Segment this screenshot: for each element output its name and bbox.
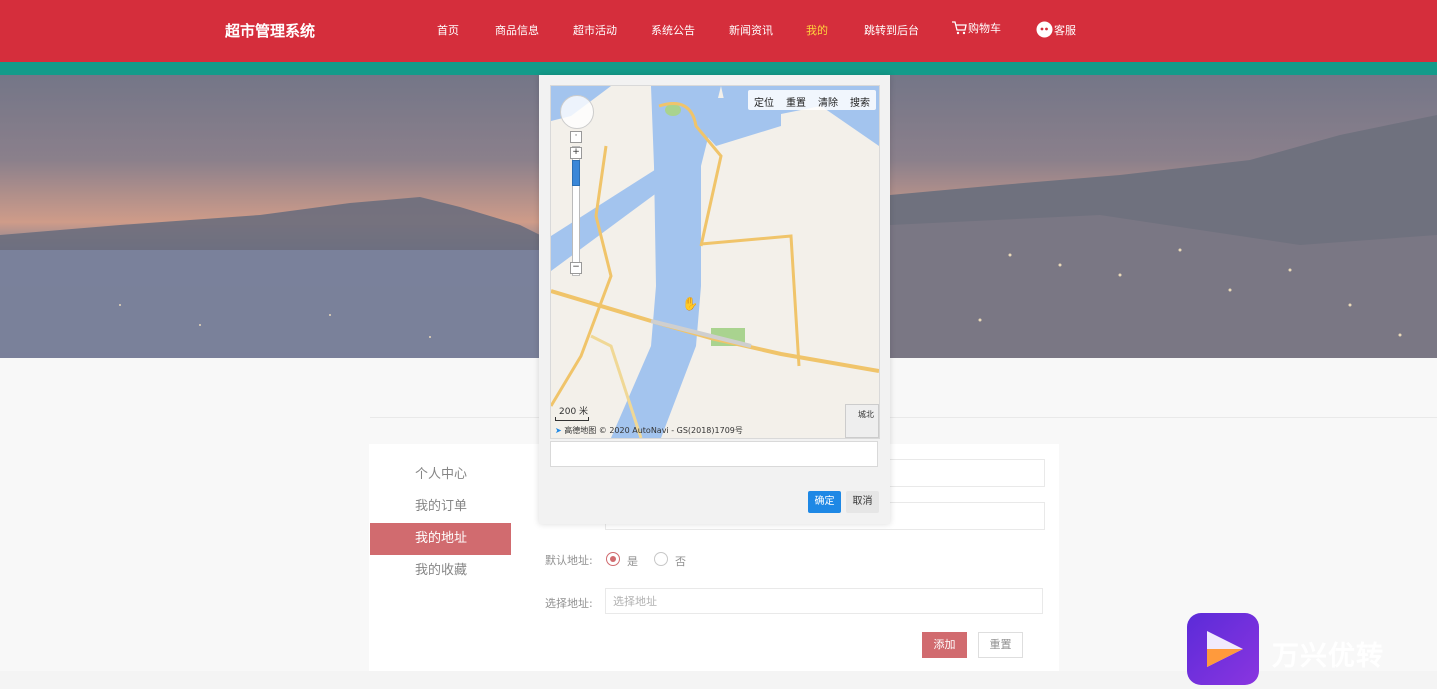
accent-stripe xyxy=(0,62,1437,75)
zoom-out-icon[interactable]: − xyxy=(570,262,582,274)
nav-service[interactable]: 客服 xyxy=(1036,21,1076,41)
watermark-text: 万兴优转 xyxy=(1272,641,1384,672)
nav-home[interactable]: 首页 xyxy=(437,22,459,38)
zoom-slider-handle[interactable] xyxy=(572,160,580,186)
confirm-button[interactable]: 确定 xyxy=(808,491,841,513)
map-tool-locate[interactable]: 定位 xyxy=(748,90,780,110)
cart-icon xyxy=(951,20,967,38)
selected-address-field[interactable] xyxy=(550,441,878,467)
site-brand[interactable]: 超市管理系统 xyxy=(225,20,315,41)
hand-cursor-icon: ✋ xyxy=(682,297,699,312)
pan-control-icon[interactable] xyxy=(560,95,594,129)
zoom-in-icon[interactable]: + xyxy=(570,147,582,159)
map-scale-bar xyxy=(555,417,589,421)
locate-center-icon[interactable]: · xyxy=(570,131,582,143)
map-attribution: ➤ 高德地图 © 2020 AutoNavi - GS(2018)1709号 xyxy=(555,425,743,436)
top-navbar: 超市管理系统 首页 商品信息 超市活动 系统公告 新闻资讯 我的 跳转到后台 购… xyxy=(0,0,1437,62)
map-dialog: 定位 重置 清除 搜索 · + − ✋ 200 米 ➤ 高德地图 © 2020 … xyxy=(539,75,890,524)
map-tool-clear[interactable]: 清除 xyxy=(812,90,844,110)
chat-icon xyxy=(1036,21,1053,41)
map-tool-search[interactable]: 搜索 xyxy=(844,90,876,110)
nav-cart-label: 购物车 xyxy=(968,22,1001,35)
map-overview-label: 城北 xyxy=(858,410,874,419)
map-tiles xyxy=(551,86,879,438)
nav-mine[interactable]: 我的 xyxy=(806,22,828,38)
nav-activities[interactable]: 超市活动 xyxy=(573,22,617,38)
map-copyright: © 2020 AutoNavi - GS(2018)1709号 xyxy=(598,426,743,435)
cancel-button[interactable]: 取消 xyxy=(846,491,879,513)
map-scale-label: 200 米 xyxy=(559,407,589,417)
nav-products[interactable]: 商品信息 xyxy=(495,22,539,38)
map-provider: 高德地图 xyxy=(564,426,597,435)
map-tool-reset[interactable]: 重置 xyxy=(780,90,812,110)
nav-cart[interactable]: 购物车 xyxy=(951,20,1001,38)
map-logo-icon: ➤ xyxy=(555,426,562,435)
map-canvas[interactable]: 定位 重置 清除 搜索 · + − ✋ 200 米 ➤ 高德地图 © 2020 … xyxy=(550,85,880,439)
map-overview[interactable]: 城北 xyxy=(845,404,879,438)
nav-service-label: 客服 xyxy=(1054,24,1076,37)
watermark-logo-icon xyxy=(1187,613,1259,685)
nav-admin[interactable]: 跳转到后台 xyxy=(864,22,919,38)
nav-notices[interactable]: 系统公告 xyxy=(651,22,695,38)
map-toolbar: 定位 重置 清除 搜索 xyxy=(748,90,876,110)
nav-news[interactable]: 新闻资讯 xyxy=(729,22,773,38)
